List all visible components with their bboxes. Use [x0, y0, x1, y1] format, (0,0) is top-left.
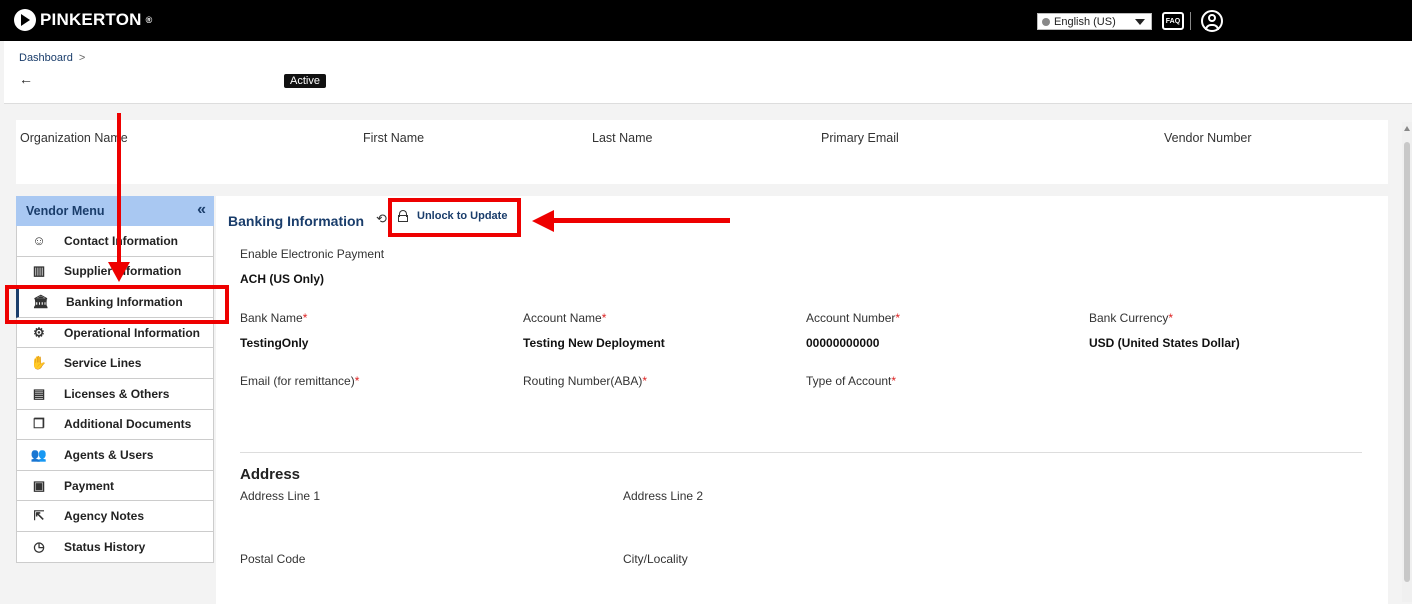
history-icon[interactable]: ⟲	[376, 211, 387, 227]
routing-number-label-text: Routing Number(ABA)	[523, 374, 643, 388]
bank-name-label-text: Bank Name	[240, 311, 303, 325]
vertical-scrollbar[interactable]	[1402, 122, 1412, 602]
required-mark: *	[891, 374, 897, 388]
email-remittance-label: Email (for remittance)*	[240, 374, 359, 388]
section-divider	[240, 452, 1362, 453]
sidebar-item-label: Agents & Users	[64, 447, 154, 462]
vendor-menu: Vendor Menu « ☺ Contact Information ▥ Su…	[16, 196, 214, 563]
required-mark: *	[302, 311, 308, 325]
account-type-label-text: Type of Account	[806, 374, 892, 388]
sidebar-item-label: Status History	[64, 539, 146, 554]
users-icon: 👥	[30, 446, 48, 462]
summary-organization-name: Organization Name	[20, 131, 128, 145]
required-mark: *	[895, 311, 901, 325]
hand-coin-icon: ✋	[30, 355, 48, 371]
logo-mark-icon	[14, 9, 36, 31]
banking-information-panel: Banking Information ⟲ Unlock to Update E…	[216, 196, 1388, 604]
contact-icon: ☺	[32, 233, 46, 249]
chevron-down-icon	[1135, 19, 1145, 25]
annotation-box-banking-menu	[5, 285, 229, 324]
sidebar-item-label: Payment	[64, 478, 115, 493]
brand-registered-mark: ®	[145, 15, 153, 25]
required-mark: *	[1168, 311, 1174, 325]
sidebar-item-label: Supplier Information	[64, 264, 182, 279]
top-bar: PINKERTON ® English (US) FAQ	[0, 0, 1412, 41]
status-history-icon: ◷	[33, 538, 45, 554]
status-badge: Active	[284, 74, 326, 88]
globe-icon	[1042, 17, 1050, 26]
account-number-value: 00000000000	[806, 336, 880, 350]
user-profile-icon[interactable]	[1201, 10, 1223, 32]
pinkerton-logo[interactable]: PINKERTON ®	[14, 9, 152, 31]
sidebar-item-label: Contact Information	[64, 233, 178, 248]
sidebar-item-service-lines[interactable]: ✋ Service Lines	[16, 348, 214, 379]
back-arrow-icon[interactable]: ←	[19, 71, 33, 87]
summary-vendor-number: Vendor Number	[1164, 131, 1252, 145]
electronic-payment-value: ACH (US Only)	[240, 272, 324, 286]
summary-primary-email: Primary Email	[821, 131, 899, 145]
language-value: English (US)	[1054, 15, 1116, 28]
address-section-title: Address	[240, 466, 301, 483]
bank-name-label: Bank Name*	[240, 311, 307, 325]
documents-icon: ❐	[33, 416, 45, 432]
summary-last-name: Last Name	[592, 131, 653, 145]
address-line-2-label: Address Line 2	[623, 489, 704, 503]
account-name-value: Testing New Deployment	[523, 336, 665, 350]
faq-button[interactable]: FAQ	[1162, 12, 1184, 30]
routing-number-label: Routing Number(ABA)*	[523, 374, 647, 388]
annotation-box-unlock	[388, 198, 521, 237]
payment-icon: ▣	[32, 477, 46, 493]
email-remittance-label-text: Email (for remittance)	[240, 374, 355, 388]
postal-code-label: Postal Code	[240, 552, 306, 566]
account-name-label-text: Account Name	[523, 311, 602, 325]
sidebar-item-label: Agency Notes	[64, 509, 145, 524]
sidebar-item-agents-users[interactable]: 👥 Agents & Users	[16, 440, 214, 471]
account-number-label-text: Account Number	[806, 311, 896, 325]
sidebar-item-label: Service Lines	[64, 356, 142, 371]
sidebar-item-label: Licenses & Others	[64, 386, 170, 401]
sidebar-item-licenses-others[interactable]: ▤ Licenses & Others	[16, 378, 214, 410]
brand-name: PINKERTON	[40, 10, 142, 29]
notes-icon: ⇱	[33, 508, 45, 524]
summary-first-name: First Name	[363, 131, 425, 145]
annotation-arrow-down	[117, 113, 121, 268]
page-title: Banking Information	[228, 213, 365, 229]
breadcrumb-dashboard-link[interactable]: Dashboard	[19, 52, 73, 64]
vendor-menu-title: Vendor Menu	[26, 204, 105, 218]
id-card-icon: ▤	[32, 385, 46, 401]
topbar-divider	[1190, 12, 1191, 30]
sidebar-item-status-history[interactable]: ◷ Status History	[16, 531, 214, 563]
sidebar-item-label: Operational Information	[64, 325, 201, 340]
scroll-up-icon[interactable]	[1404, 126, 1410, 131]
bank-currency-label: Bank Currency*	[1089, 311, 1173, 325]
vendor-summary: Organization Name First Name Last Name P…	[16, 120, 1388, 184]
bank-currency-value: USD (United States Dollar)	[1089, 336, 1240, 350]
sidebar-item-additional-documents[interactable]: ❐ Additional Documents	[16, 409, 214, 441]
vendor-menu-header: Vendor Menu «	[16, 196, 214, 226]
required-mark: *	[354, 374, 360, 388]
city-locality-label: City/Locality	[623, 552, 688, 566]
required-mark: *	[601, 311, 607, 325]
bank-currency-label-text: Bank Currency	[1089, 311, 1169, 325]
sidebar-item-label: Additional Documents	[64, 417, 192, 432]
required-mark: *	[642, 374, 648, 388]
collapse-menu-icon[interactable]: «	[197, 201, 206, 219]
scrollbar-thumb[interactable]	[1404, 142, 1410, 582]
page-header: Dashboard > ← Active	[4, 41, 1412, 104]
language-select[interactable]: English (US)	[1037, 13, 1152, 30]
sidebar-item-supplier-information[interactable]: ▥ Supplier Information	[16, 256, 214, 288]
gears-icon: ⚙	[33, 324, 45, 340]
bank-name-value: TestingOnly	[240, 336, 309, 350]
breadcrumb: Dashboard >	[19, 52, 85, 64]
account-number-label: Account Number*	[806, 311, 900, 325]
sidebar-item-agency-notes[interactable]: ⇱ Agency Notes	[16, 501, 214, 532]
chevron-right-icon: >	[78, 52, 86, 64]
building-icon: ▥	[32, 263, 46, 279]
sidebar-item-payment[interactable]: ▣ Payment	[16, 470, 214, 502]
electronic-payment-label: Enable Electronic Payment	[240, 247, 385, 261]
address-line-1-label: Address Line 1	[240, 489, 321, 503]
account-type-label: Type of Account*	[806, 374, 896, 388]
account-name-label: Account Name*	[523, 311, 606, 325]
sidebar-item-contact-information[interactable]: ☺ Contact Information	[16, 226, 214, 257]
